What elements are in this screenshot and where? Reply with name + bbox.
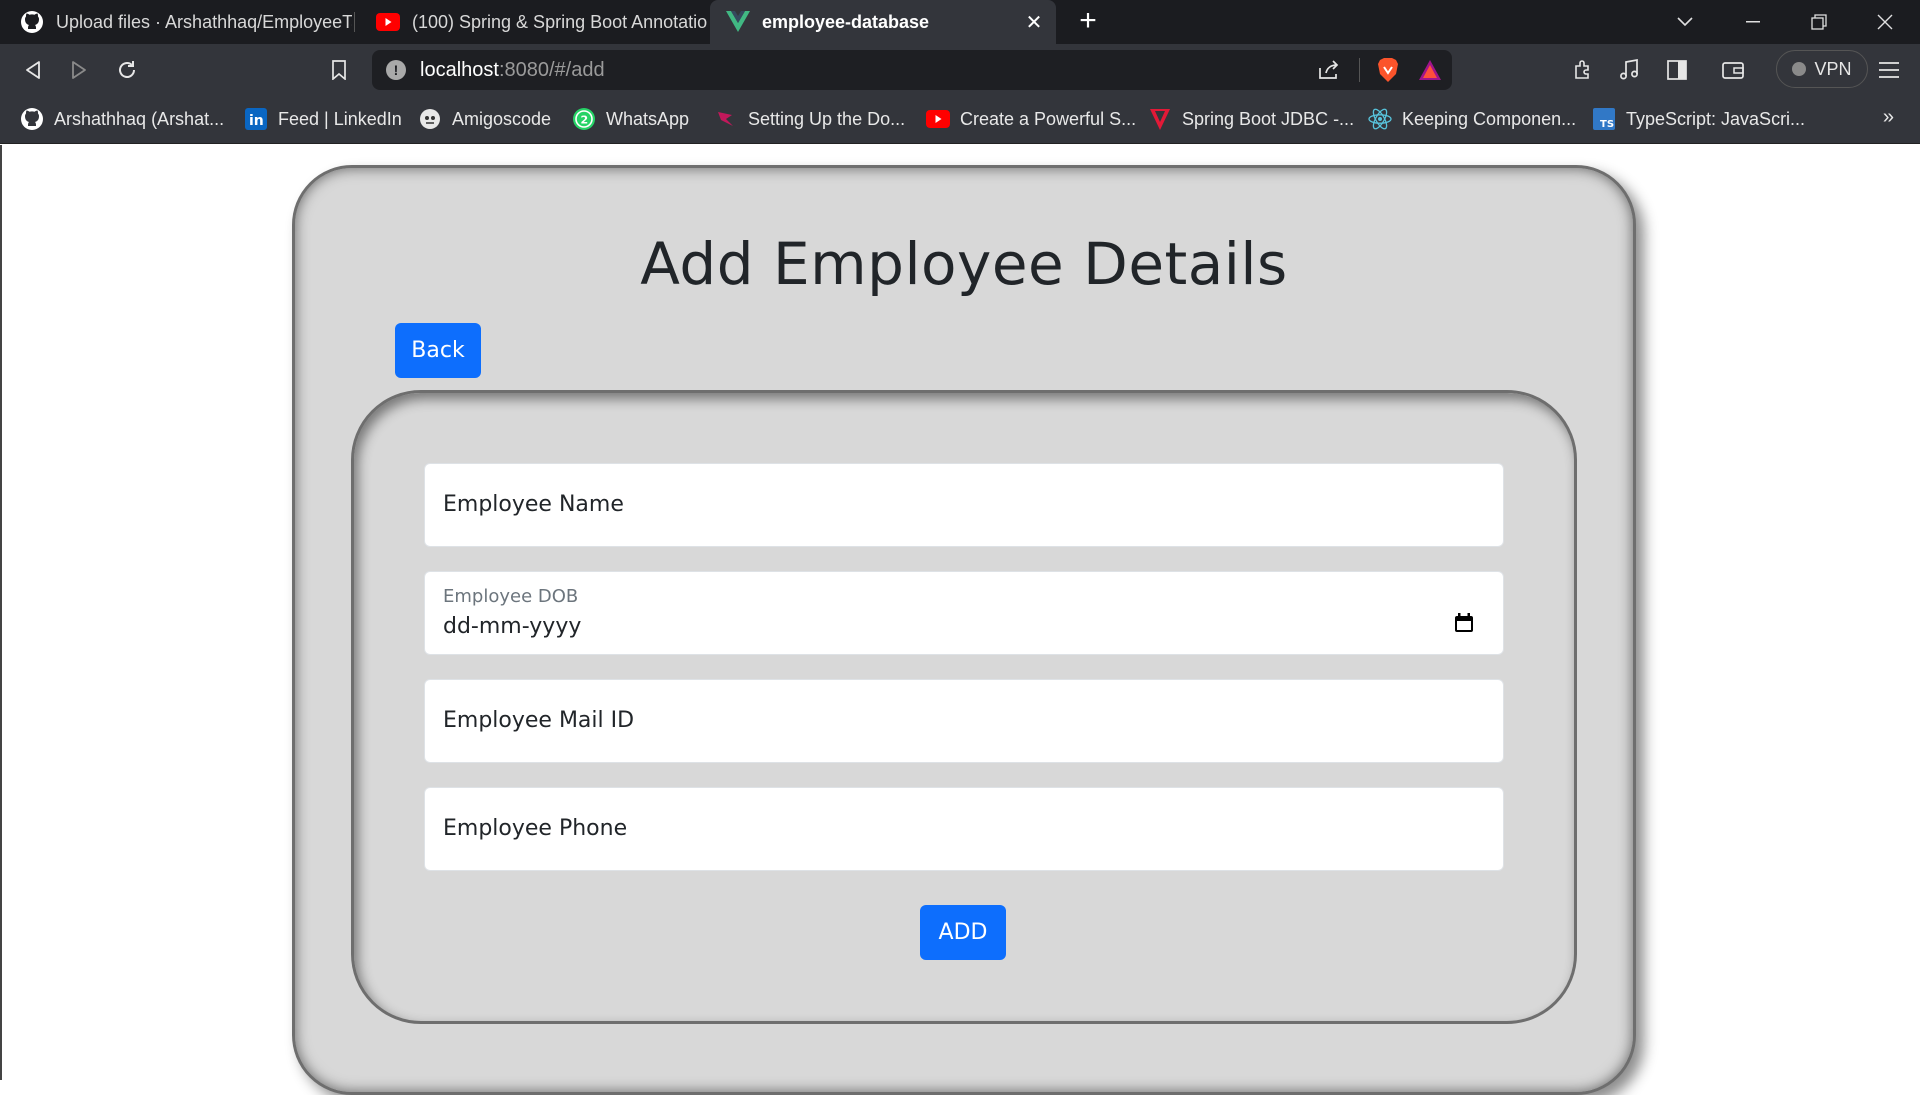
browser-toolbar: ! localhost:8080/#/add VPN <box>0 44 1920 94</box>
url-text[interactable]: localhost:8080/#/add <box>420 59 605 82</box>
vue-icon <box>726 10 750 34</box>
vpn-button[interactable]: VPN <box>1776 50 1868 88</box>
tab-spring-annotations[interactable]: (100) Spring & Spring Boot Annotations <box>356 0 708 44</box>
employee-form: Employee Name Employee DOB dd-mm-yyyy Em… <box>351 390 1577 1024</box>
back-button[interactable]: Back <box>395 323 481 378</box>
add-button[interactable]: ADD <box>920 905 1006 960</box>
typescript-icon: TS <box>1592 107 1616 131</box>
close-tab-icon[interactable]: ✕ <box>1022 10 1046 34</box>
menu-hamburger-icon[interactable] <box>1872 53 1906 87</box>
bookmark-spring-jdbc[interactable]: Spring Boot JDBC -... <box>1148 104 1354 134</box>
bookmark-whatsapp[interactable]: 2 WhatsApp <box>572 104 689 134</box>
employee-dob-field[interactable]: Employee DOB dd-mm-yyyy <box>424 571 1504 655</box>
svg-text:2: 2 <box>581 114 589 127</box>
bookmark-keeping-components[interactable]: Keeping Componen... <box>1368 104 1576 134</box>
tab-upload-files[interactable]: Upload files · Arshathhaq/EmployeeTab <box>0 0 352 44</box>
restore-icon[interactable] <box>1786 0 1852 44</box>
whatsapp-icon: 2 <box>572 107 596 131</box>
bookmarks-bar: Arshathhaq (Arshat... in Feed | LinkedIn… <box>0 94 1920 144</box>
github-icon <box>20 107 44 131</box>
back-arrow-icon[interactable] <box>16 53 50 87</box>
employee-phone-field[interactable]: Employee Phone <box>424 787 1504 871</box>
close-window-icon[interactable] <box>1852 0 1918 44</box>
employee-dob-label: Employee DOB <box>443 586 579 607</box>
svg-text:in: in <box>249 113 264 129</box>
react-icon <box>1368 107 1392 131</box>
page-viewport: Add Employee Details Back Employee Name … <box>0 145 1920 1095</box>
forward-arrow-icon[interactable] <box>62 53 96 87</box>
spring-jdbc-icon <box>1148 107 1172 131</box>
tab-employee-database[interactable]: employee-database ✕ <box>710 0 1056 44</box>
media-music-icon[interactable] <box>1612 53 1646 87</box>
github-icon <box>20 10 44 34</box>
vpn-status-icon <box>1792 62 1807 76</box>
brave-shields-icon[interactable] <box>1368 57 1408 83</box>
wallet-icon[interactable] <box>1716 53 1750 87</box>
new-tab-button[interactable]: + <box>1070 6 1106 38</box>
linkedin-icon: in <box>244 107 268 131</box>
page-title: Add Employee Details <box>640 230 1288 298</box>
divider <box>1359 58 1360 82</box>
brave-rewards-icon[interactable] <box>1408 59 1452 81</box>
calendar-icon[interactable] <box>1453 612 1475 634</box>
add-employee-card: Add Employee Details Back Employee Name … <box>292 165 1636 1095</box>
employee-name-field[interactable]: Employee Name <box>424 463 1504 547</box>
address-bar-actions <box>1307 50 1452 90</box>
share-icon[interactable] <box>1307 60 1351 80</box>
extensions-icon[interactable] <box>1566 53 1600 87</box>
youtube-icon <box>376 10 400 34</box>
bookmark-icon[interactable] <box>322 53 356 87</box>
amigoscode-icon <box>418 107 442 131</box>
employee-mail-placeholder: Employee Mail ID <box>443 708 635 733</box>
site-info-icon[interactable]: ! <box>386 60 406 80</box>
address-bar[interactable]: ! localhost:8080/#/add <box>372 50 1452 90</box>
bookmark-linkedin[interactable]: in Feed | LinkedIn <box>244 104 402 134</box>
tab-search-chevron-icon[interactable] <box>1652 0 1718 44</box>
youtube-icon <box>926 107 950 131</box>
browser-tab-bar: Upload files · Arshathhaq/EmployeeTab (1… <box>0 0 1920 44</box>
bookmark-amigoscode[interactable]: Amigoscode <box>418 104 551 134</box>
employee-name-placeholder: Employee Name <box>443 492 624 517</box>
bookmark-github[interactable]: Arshathhaq (Arshat... <box>20 104 224 134</box>
bookmark-setting-up[interactable]: Setting Up the Do... <box>714 104 905 134</box>
tab-separator <box>354 12 355 32</box>
sidebar-icon[interactable] <box>1660 53 1694 87</box>
employee-mail-field[interactable]: Employee Mail ID <box>424 679 1504 763</box>
bookmark-typescript[interactable]: TS TypeScript: JavaScri... <box>1592 104 1805 134</box>
setting-up-icon <box>714 107 738 131</box>
bookmarks-overflow-button[interactable]: » <box>1883 106 1894 129</box>
svg-text:TS: TS <box>1600 119 1614 130</box>
employee-phone-placeholder: Employee Phone <box>443 816 628 841</box>
bookmark-create-powerful[interactable]: Create a Powerful S... <box>926 104 1136 134</box>
minimize-icon[interactable] <box>1720 0 1786 44</box>
reload-icon[interactable] <box>110 53 144 87</box>
employee-dob-value: dd-mm-yyyy <box>443 614 582 639</box>
